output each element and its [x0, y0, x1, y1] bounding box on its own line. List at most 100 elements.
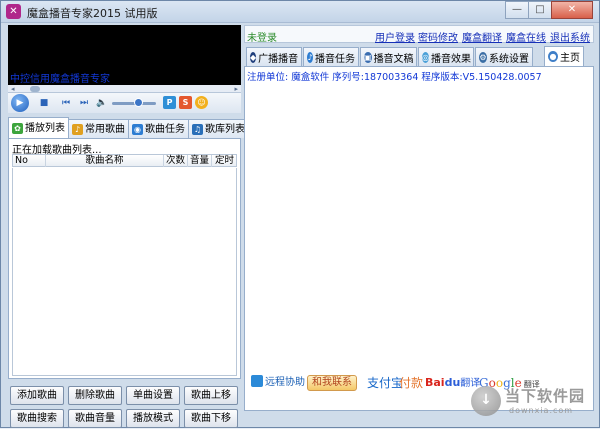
window-controls: — □ ✕ — [505, 1, 593, 19]
tab-home[interactable]: ● 主页 — [544, 46, 584, 66]
player-controls: ▶ ■ ⏮ ⏭ 🔈 P S ☺ — [8, 93, 241, 113]
add-song-button[interactable]: 添加歌曲 — [10, 386, 64, 405]
close-button[interactable]: ✕ — [551, 1, 593, 19]
alipay-logo[interactable]: 支付宝 — [367, 374, 403, 392]
next-icon[interactable]: ⏭ — [78, 95, 90, 111]
change-password-link[interactable]: 密码修改 — [418, 29, 458, 44]
left-panel: 中控信用魔盒播音专家 ◂ ▸ ▶ ■ ⏮ ⏭ 🔈 P S ☺ ✿ 播放列表 ♪ — [8, 25, 249, 428]
seek-bar[interactable]: ◂ ▸ — [8, 85, 241, 93]
left-tab-bar: ✿ 播放列表 ♪ 常用歌曲 ◉ 歌曲任务 ♫ 歌库列表 — [8, 117, 249, 138]
top-status-bar: 未登录 用户登录 密码修改 魔盒翻译 魔盒在线 退出系统 — [244, 25, 594, 44]
tab-library[interactable]: ♫ 歌库列表 — [188, 119, 249, 138]
download-arrow-icon: ↓ — [480, 392, 492, 408]
tab-broadcast[interactable]: ◆ 广播播音 — [246, 47, 302, 66]
tab-label: 播音任务 — [315, 53, 355, 65]
music-note-icon: ♪ — [72, 123, 83, 135]
refresh-icon[interactable]: S — [179, 96, 192, 109]
remote-assist-label: 远程协助 — [265, 377, 305, 388]
tab-system-settings[interactable]: ⚙ 系统设置 — [475, 47, 533, 66]
song-list[interactable] — [12, 168, 237, 376]
right-tab-bar: ◆ 广播播音 ♪ 播音任务 ▣ 播音文稿 ◎ 播音效果 ⚙ 系统设置 ● 主页 — [244, 46, 594, 66]
login-status: 未登录 — [247, 33, 277, 44]
payment-logo[interactable]: 付款 — [399, 374, 423, 392]
song-table-header: No 歌曲名称 次数 音量 定时 — [12, 154, 237, 167]
right-panel: 未登录 用户登录 密码修改 魔盒翻译 魔盒在线 退出系统 ◆ 广播播音 ♪ 播音… — [244, 25, 594, 411]
minimize-button[interactable]: — — [505, 1, 529, 19]
tab-song-tasks[interactable]: ◉ 歌曲任务 — [128, 119, 189, 138]
tab-broadcast-script[interactable]: ▣ 播音文稿 — [360, 47, 417, 66]
user-login-link[interactable]: 用户登录 — [375, 29, 415, 44]
move-down-button[interactable]: 歌曲下移 — [184, 409, 238, 428]
app-logo-icon: ✕ — [6, 4, 21, 19]
watermark: ↓ 当下软件园 downxia.com — [471, 384, 596, 424]
volume-icon[interactable]: 🔈 — [96, 95, 108, 111]
column-no[interactable]: No — [15, 155, 45, 167]
tab-label: 系统设置 — [489, 53, 529, 65]
p-icon[interactable]: P — [163, 96, 176, 109]
volume-knob[interactable] — [134, 98, 143, 107]
scrolling-marquee: 中控信用魔盒播音专家 — [10, 74, 110, 85]
contact-me-button[interactable]: 和我联系 — [307, 375, 357, 391]
video-area: 中控信用魔盒播音专家 — [8, 25, 241, 85]
move-up-button[interactable]: 歌曲上移 — [184, 386, 238, 405]
version-value: V5.150428.0057 — [462, 72, 542, 83]
reg-unit-label: 注册单位: — [247, 72, 289, 83]
tab-broadcast-tasks[interactable]: ♪ 播音任务 — [303, 47, 359, 66]
document-icon: ▣ — [364, 51, 372, 63]
task-icon: ♪ — [307, 51, 313, 63]
emoji-icon[interactable]: ☺ — [195, 96, 208, 109]
tab-broadcast-effects[interactable]: ◎ 播音效果 — [418, 47, 474, 66]
remote-assist-link[interactable]: 远程协助 — [251, 374, 305, 392]
registration-info: 注册单位: 魔盒软件 序列号:187003364 程序版本:V5.150428.… — [247, 69, 542, 83]
clock-icon: ◉ — [132, 123, 143, 135]
maximize-button[interactable]: □ — [528, 1, 552, 19]
effects-icon: ◎ — [422, 51, 429, 63]
column-song-name[interactable]: 歌曲名称 — [45, 155, 163, 167]
app-window: ✕ 魔盒播音专家2015 试用版 — □ ✕ 中控信用魔盒播音专家 ◂ ▸ ▶ … — [0, 0, 600, 428]
exit-system-link[interactable]: 退出系统 — [550, 29, 590, 44]
delete-song-button[interactable]: 删除歌曲 — [68, 386, 122, 405]
gear-icon: ⚙ — [479, 51, 487, 63]
tab-common-songs[interactable]: ♪ 常用歌曲 — [68, 119, 129, 138]
remote-assist-icon — [251, 375, 263, 387]
column-volume[interactable]: 音量 — [187, 155, 211, 167]
broadcast-icon: ◆ — [250, 51, 257, 63]
tab-playlist[interactable]: ✿ 播放列表 — [8, 117, 69, 138]
tab-label: 主页 — [560, 53, 580, 64]
serial-value: 187003364 — [363, 72, 419, 83]
stop-icon[interactable]: ■ — [38, 95, 50, 111]
watermark-title: 当下软件园 — [505, 387, 586, 405]
tab-label: 广播播音 — [258, 53, 299, 65]
tab-label: 歌库列表 — [205, 123, 245, 135]
previous-icon[interactable]: ⏮ — [60, 95, 72, 111]
flower-icon: ✿ — [12, 122, 23, 134]
column-count[interactable]: 次数 — [163, 155, 187, 167]
baidu-text-a: Bai — [425, 376, 445, 389]
reg-unit-value: 魔盒软件 — [291, 72, 330, 83]
play-mode-button[interactable]: 播放模式 — [126, 409, 180, 428]
seek-handle[interactable] — [30, 86, 40, 92]
tab-label: 播音效果 — [430, 53, 471, 65]
home-globe-icon: ● — [548, 51, 558, 62]
library-icon: ♫ — [192, 123, 203, 135]
baidu-text-b: du — [444, 376, 461, 389]
tab-label: 歌曲任务 — [145, 123, 185, 135]
home-panel: 注册单位: 魔盒软件 序列号:187003364 程序版本:V5.150428.… — [244, 66, 594, 411]
serial-label: 序列号: — [332, 72, 364, 83]
online-link[interactable]: 魔盒在线 — [506, 29, 546, 44]
column-timer[interactable]: 定时 — [211, 155, 237, 167]
translate-link[interactable]: 魔盒翻译 — [462, 29, 502, 44]
playlist-panel: 正在加载歌曲列表... No 歌曲名称 次数 音量 定时 — [8, 138, 241, 379]
playlist-buttons: 添加歌曲 删除歌曲 单曲设置 歌曲上移 歌曲搜索 歌曲音量 播放模式 歌曲下移 — [8, 383, 241, 429]
play-icon[interactable]: ▶ — [11, 94, 29, 112]
search-song-button[interactable]: 歌曲搜索 — [10, 409, 64, 428]
tab-label: 播放列表 — [25, 122, 65, 134]
song-settings-button[interactable]: 单曲设置 — [126, 386, 180, 405]
tab-label: 播音文稿 — [373, 53, 414, 65]
song-volume-button[interactable]: 歌曲音量 — [68, 409, 122, 428]
seek-left-icon[interactable]: ◂ — [11, 85, 15, 93]
title-bar: ✕ 魔盒播音专家2015 试用版 — □ ✕ — [1, 1, 599, 23]
window-title: 魔盒播音专家2015 试用版 — [27, 7, 158, 20]
version-label: 程序版本: — [421, 72, 463, 83]
seek-right-icon[interactable]: ▸ — [234, 85, 238, 93]
